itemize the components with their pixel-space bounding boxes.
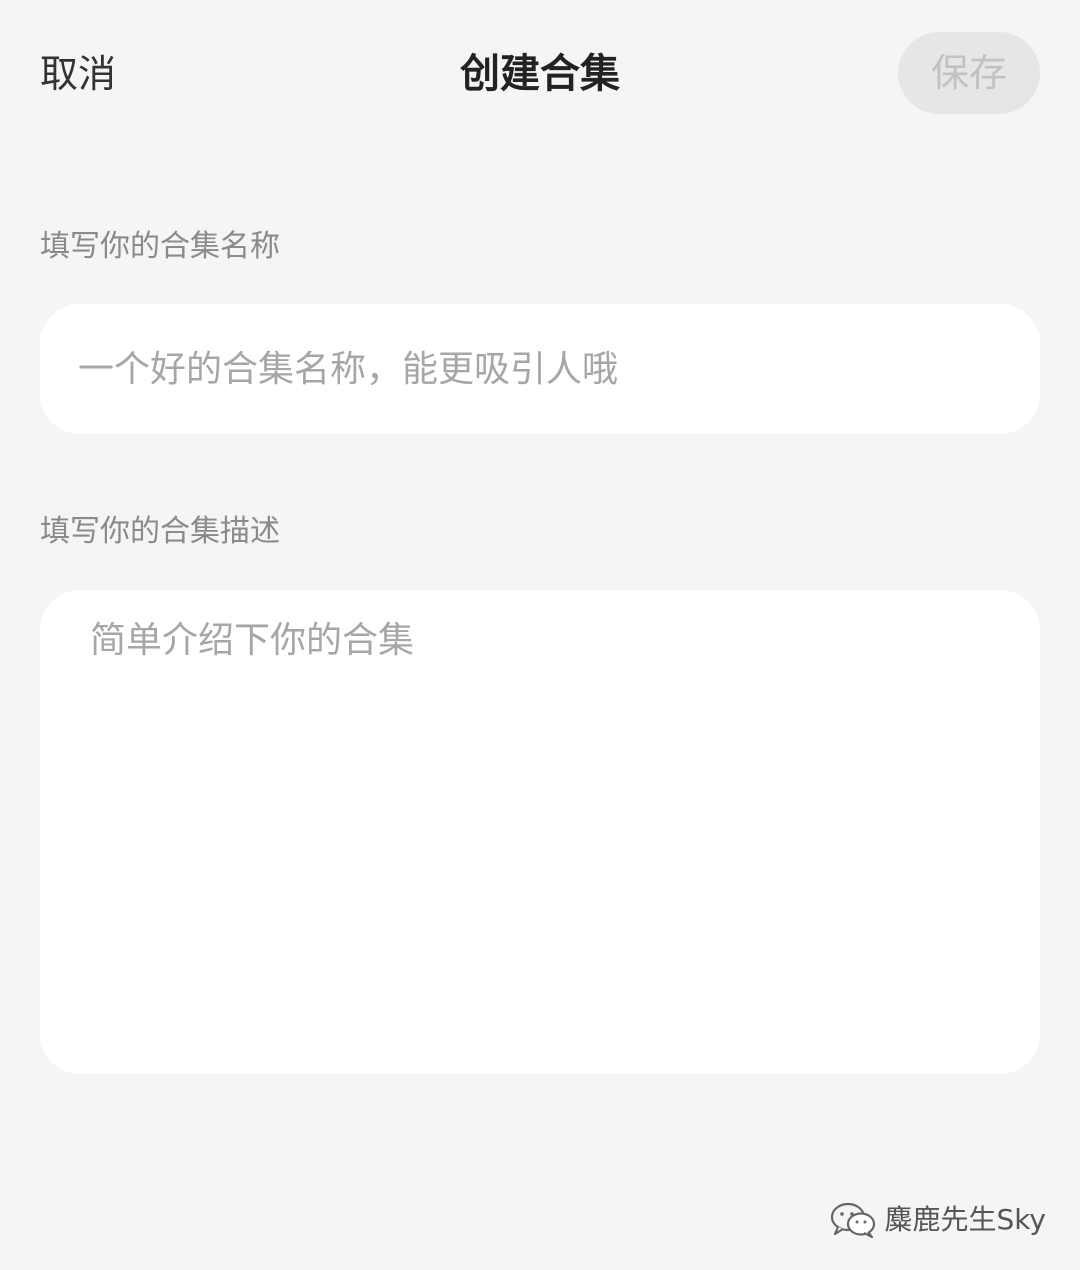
watermark: 麋鹿先生Sky	[828, 1196, 1046, 1244]
top-bar: 取消 创建合集 保存	[0, 0, 1080, 150]
wechat-official-account-icon	[831, 1202, 876, 1239]
collection-name-input[interactable]	[78, 304, 998, 434]
collection-name-field[interactable]	[40, 304, 1040, 434]
collection-description-label: 填写你的合集描述	[40, 514, 280, 549]
collection-description-input[interactable]	[90, 614, 990, 1044]
collection-name-label: 填写你的合集名称	[40, 229, 280, 264]
collection-description-field[interactable]	[40, 590, 1040, 1074]
watermark-text: 麋鹿先生Sky	[884, 1203, 1046, 1236]
save-button[interactable]: 保存	[898, 32, 1040, 114]
